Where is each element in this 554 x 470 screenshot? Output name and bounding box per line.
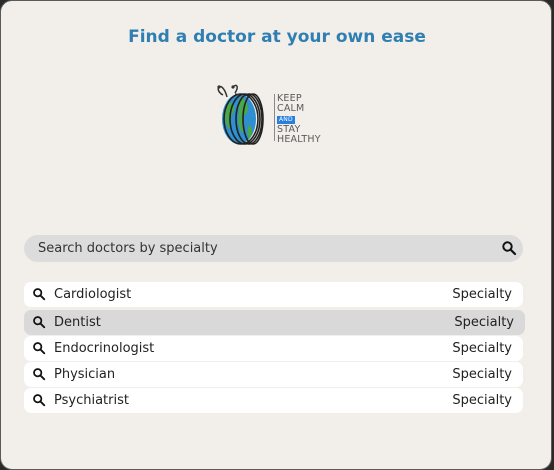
result-name: Physician — [54, 367, 116, 382]
result-name: Endocrinologist — [54, 341, 155, 356]
search-icon — [33, 394, 46, 407]
logo-and-badge: AND — [277, 116, 295, 124]
result-tag: Specialty — [452, 341, 512, 356]
result-name: Cardiologist — [54, 287, 132, 302]
page-title: Find a doctor at your own ease — [128, 27, 426, 47]
result-tag: Specialty — [452, 393, 512, 408]
logo-line: CALM — [277, 103, 305, 114]
search-icon — [33, 368, 46, 381]
result-tag: Specialty — [452, 287, 512, 302]
result-row-physician[interactable]: Physician Specialty — [24, 362, 523, 387]
result-row-endocrinologist[interactable]: Endocrinologist Specialty — [24, 336, 523, 361]
app-window: Find a doctor at your own ease KEEP CALM… — [0, 0, 552, 470]
result-tag: Specialty — [452, 367, 512, 382]
result-tag: Specialty — [454, 315, 514, 330]
search-placeholder: Search doctors by specialty — [38, 241, 218, 256]
search-icon — [33, 288, 46, 301]
globe-stethoscope-icon — [217, 84, 264, 145]
logo-divider — [274, 94, 275, 141]
search-icon — [33, 316, 46, 329]
result-name: Psychiatrist — [54, 393, 129, 408]
keep-calm-logo: KEEP CALM AND STAY HEALTHY — [215, 81, 335, 147]
result-row-dentist[interactable]: Dentist Specialty — [24, 310, 525, 335]
logo-line: HEALTHY — [277, 134, 321, 145]
result-name: Dentist — [54, 315, 101, 330]
search-input[interactable]: Search doctors by specialty — [24, 235, 523, 262]
search-icon[interactable] — [501, 240, 517, 256]
search-icon — [33, 342, 46, 355]
result-row-psychiatrist[interactable]: Psychiatrist Specialty — [24, 388, 523, 413]
logo-text: KEEP CALM AND STAY HEALTHY — [277, 94, 337, 145]
result-row-cardiologist[interactable]: Cardiologist Specialty — [24, 282, 523, 307]
